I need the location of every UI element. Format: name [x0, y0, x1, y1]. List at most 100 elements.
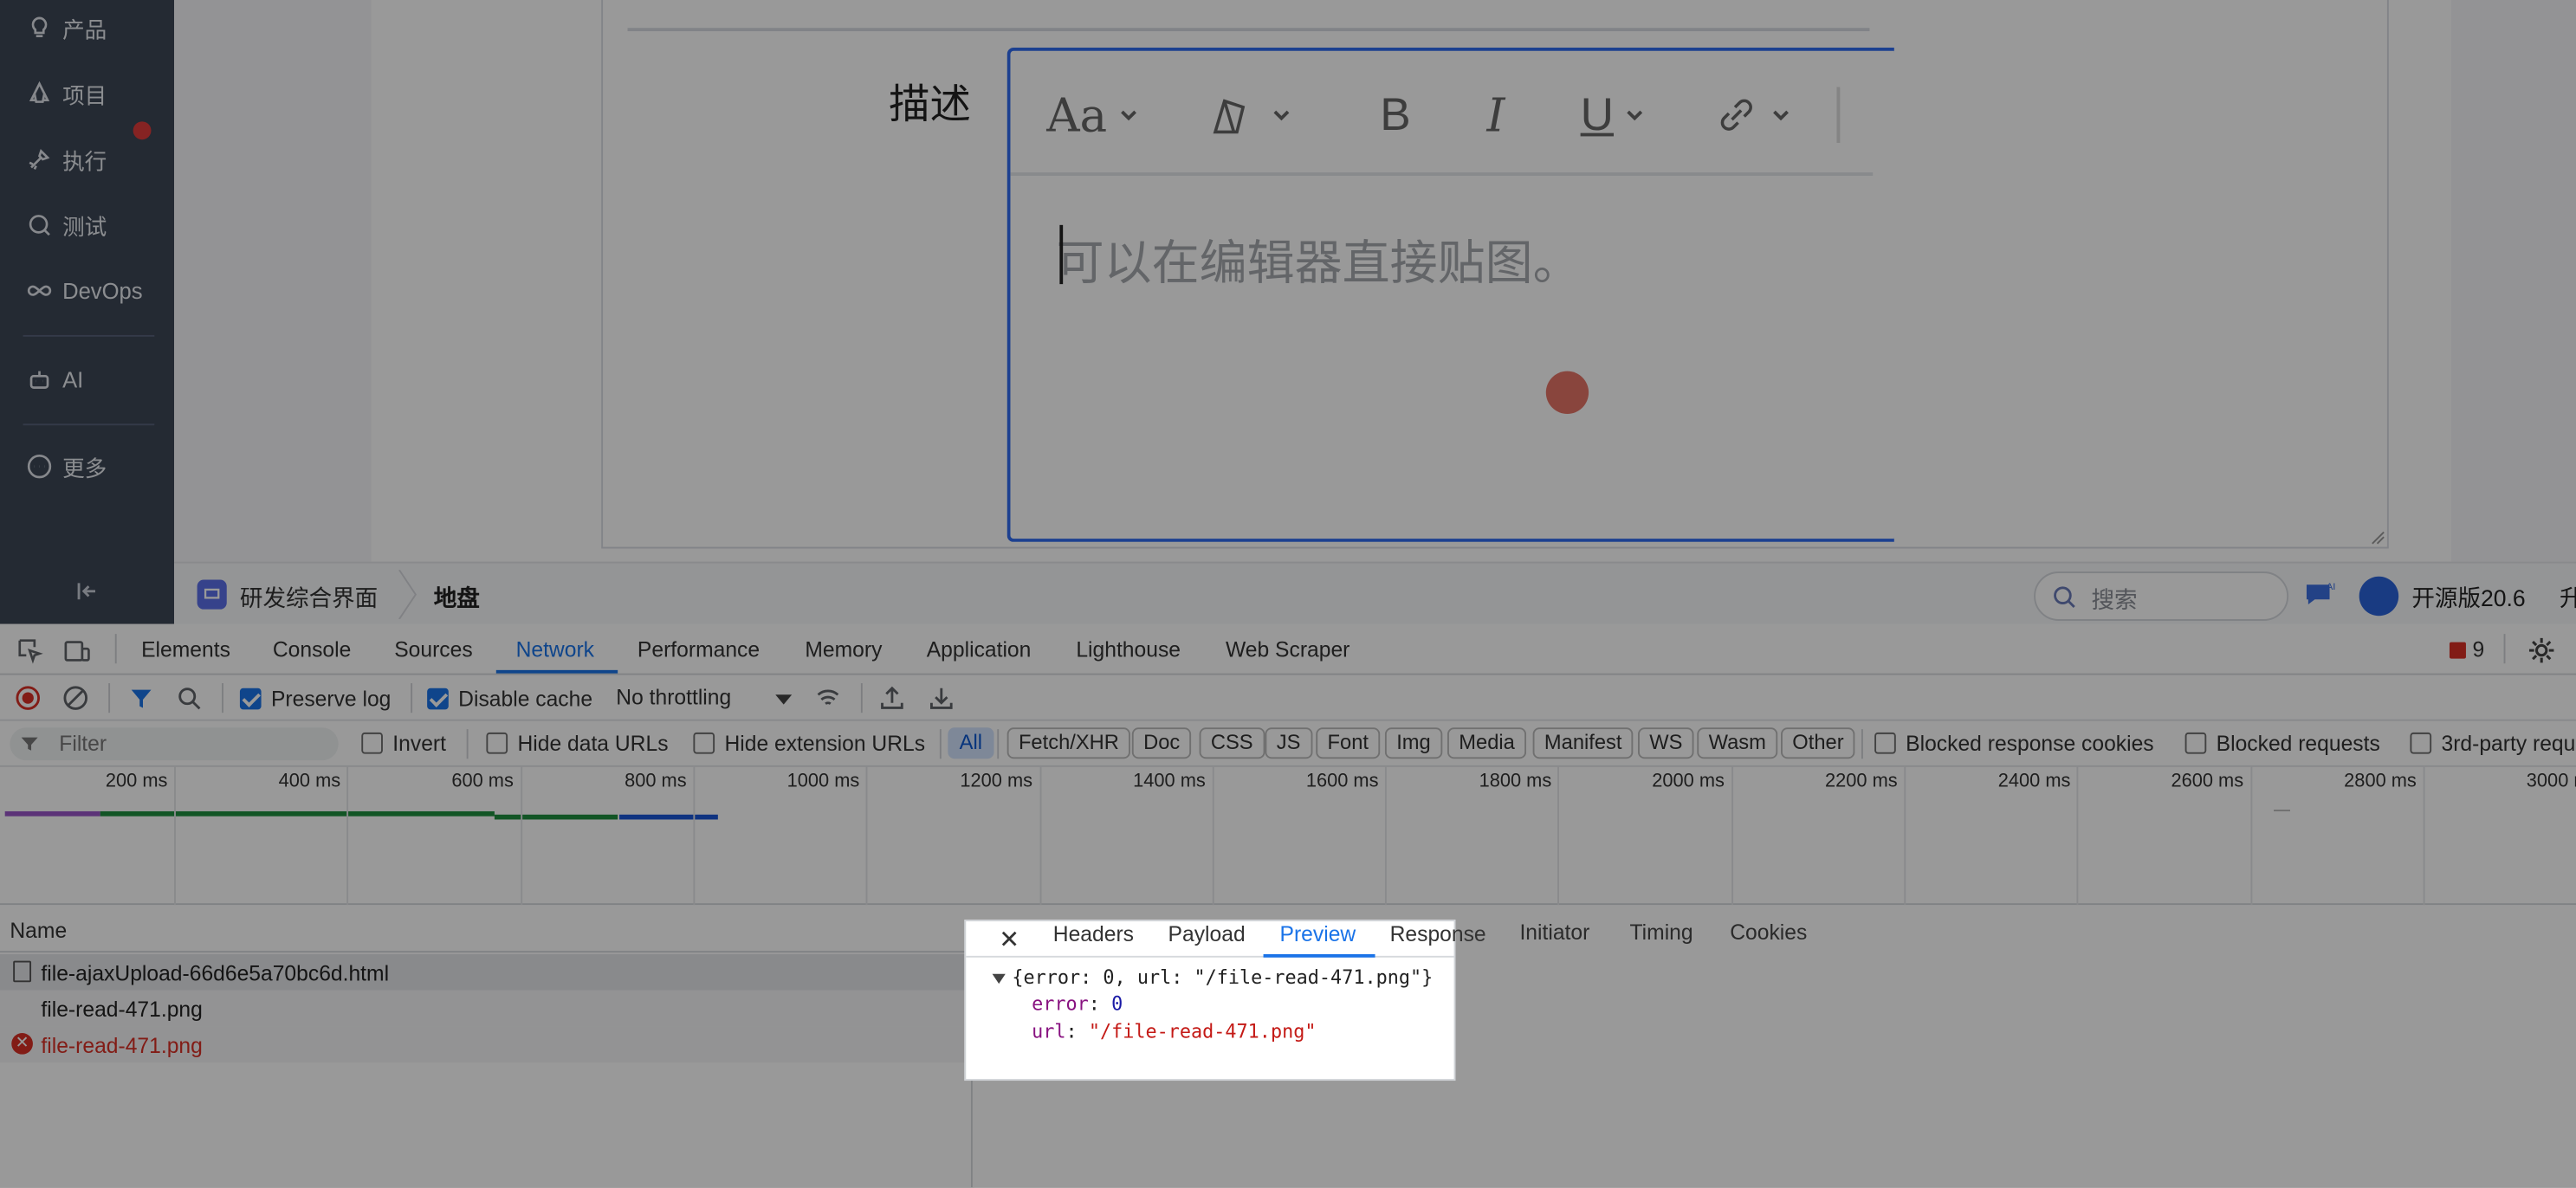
type-filter-manifest[interactable]: Manifest	[1532, 727, 1634, 759]
tab-application[interactable]: Application	[927, 637, 1032, 662]
throttling-select[interactable]: No throttling	[616, 685, 731, 709]
sidebar-item-execution[interactable]: 执行	[26, 141, 107, 178]
gear-icon[interactable]	[2527, 636, 2556, 665]
collapse-sidebar-icon[interactable]	[74, 578, 100, 604]
disable-cache-checkbox[interactable]: Disable cache	[427, 687, 592, 711]
tab-sources[interactable]: Sources	[394, 637, 472, 662]
blocked-response-cookies-checkbox[interactable]: Blocked response cookies	[1874, 731, 2154, 755]
filter-icon	[21, 737, 38, 751]
type-filter-js[interactable]: JS	[1265, 727, 1312, 759]
tab-response[interactable]: Response	[1390, 921, 1486, 946]
type-filter-wasm[interactable]: Wasm	[1697, 727, 1778, 759]
request-row[interactable]: file-read-471.png	[0, 990, 973, 1027]
json-value: 0	[1111, 991, 1123, 1016]
hide-data-urls-checkbox[interactable]: Hide data URLs	[486, 731, 669, 755]
invert-checkbox[interactable]: Invert	[361, 731, 446, 755]
third-party-requests-checkbox[interactable]: 3rd-party requ	[2410, 731, 2575, 755]
tab-memory[interactable]: Memory	[805, 637, 882, 662]
column-name-header[interactable]: Name	[10, 918, 67, 942]
sidebar-item-label: AI	[62, 366, 84, 392]
inspect-element-icon[interactable]	[15, 636, 44, 665]
ai-chat-icon[interactable]: AI	[2303, 580, 2340, 610]
editor-toolbar: Aa B I U	[1010, 51, 1874, 176]
device-toolbar-icon[interactable]	[62, 636, 92, 665]
timeline-tick-label: 2600 ms	[2171, 772, 2244, 792]
description-label: 描述	[889, 81, 971, 128]
checkbox-unchecked	[1874, 732, 1896, 754]
expand-triangle-icon[interactable]	[992, 973, 1006, 985]
tab-web-scraper[interactable]: Web Scraper	[1226, 637, 1349, 662]
type-filter-img[interactable]: Img	[1384, 727, 1443, 759]
italic-icon: I	[1486, 87, 1505, 143]
timeline-gridline	[1731, 766, 1733, 906]
network-timeline-overview[interactable]: 200 ms 400 ms 600 ms 800 ms 1000 ms 1200 ms 14…	[0, 766, 2576, 906]
request-row[interactable]: file-ajaxUpload-66d6e5a70bc6d.html	[0, 953, 973, 991]
preserve-log-checkbox[interactable]: Preserve log	[239, 687, 391, 711]
tab-network[interactable]: Network	[516, 637, 594, 662]
blocked-requests-checkbox[interactable]: Blocked requests	[2184, 731, 2380, 755]
underline-icon: U	[1580, 88, 1615, 140]
json-summary[interactable]: {error: 0, url: "/file-read-471.png"}	[1012, 965, 1433, 989]
tab-cookies[interactable]: Cookies	[1730, 920, 1807, 944]
screen: 产品 项目 执行 测试 DevOps AI 更多 描述 Aa B I U 可以在…	[0, 0, 2576, 1188]
tab-preview[interactable]: Preview	[1280, 921, 1356, 946]
tab-initiator[interactable]: Initiator	[1519, 920, 1589, 944]
close-icon[interactable]: ✕	[999, 925, 1019, 954]
tab-elements[interactable]: Elements	[141, 637, 230, 662]
resize-handle-icon[interactable]	[2369, 529, 2385, 546]
filter-input[interactable]: Filter	[10, 727, 339, 761]
type-filter-fetch-xhr[interactable]: Fetch/XHR	[1006, 727, 1131, 759]
search-input[interactable]: 搜索	[2034, 571, 2289, 621]
underline-button[interactable]: U	[1581, 87, 1647, 143]
timeline-tick-label: 2800 ms	[2344, 772, 2417, 792]
import-har-icon[interactable]	[879, 685, 905, 711]
tab-timing[interactable]: Timing	[1630, 920, 1693, 944]
text-color-button[interactable]	[1207, 87, 1293, 143]
error-count-badge[interactable]: 9	[2449, 637, 2484, 662]
type-filter-ws[interactable]: WS	[1638, 727, 1694, 759]
timeline-tick-label: 1600 ms	[1305, 772, 1379, 792]
upgrade-link[interactable]: 升	[2560, 581, 2576, 614]
tab-headers[interactable]: Headers	[1053, 921, 1134, 946]
type-filter-other[interactable]: Other	[1781, 727, 1855, 759]
tab-lighthouse[interactable]: Lighthouse	[1076, 637, 1181, 662]
tab-performance[interactable]: Performance	[638, 637, 760, 662]
font-size-button[interactable]: Aa	[1046, 87, 1140, 143]
italic-button[interactable]: I	[1487, 87, 1505, 143]
type-filter-font[interactable]: Font	[1316, 727, 1381, 759]
sidebar-item-label: 产品	[62, 17, 107, 43]
network-conditions-icon[interactable]	[815, 685, 841, 711]
sidebar-item-project[interactable]: 项目	[26, 75, 107, 112]
clear-icon[interactable]	[62, 685, 88, 711]
checkbox-label: Disable cache	[458, 686, 593, 712]
robot-icon	[26, 366, 52, 392]
current-page-tab[interactable]: 地盘	[434, 581, 480, 614]
request-row[interactable]: ✕ file-read-471.png	[0, 1026, 973, 1063]
hide-extension-urls-checkbox[interactable]: Hide extension URLs	[693, 731, 925, 755]
bold-button[interactable]: B	[1380, 87, 1410, 143]
divider	[222, 683, 223, 713]
rich-text-editor[interactable]: Aa B I U 可以在编辑器直接贴图。	[1006, 48, 1894, 542]
type-filter-doc[interactable]: Doc	[1131, 727, 1192, 759]
divider	[997, 729, 1000, 759]
paint-icon	[1213, 99, 1246, 134]
sidebar-divider	[23, 423, 155, 426]
sidebar-item-devops[interactable]: DevOps	[26, 273, 143, 309]
export-har-icon[interactable]	[929, 685, 955, 711]
type-filter-all[interactable]: All	[948, 727, 994, 759]
sidebar-item-test[interactable]: 测试	[26, 207, 107, 243]
record-stop-icon[interactable]	[15, 685, 41, 711]
tab-console[interactable]: Console	[273, 637, 351, 662]
type-filter-media[interactable]: Media	[1447, 727, 1527, 759]
search-icon[interactable]	[176, 685, 202, 711]
sidebar-item-product[interactable]: 产品	[26, 10, 107, 46]
workspace-switcher[interactable]: 研发综合界面	[240, 581, 378, 614]
type-filter-css[interactable]: CSS	[1199, 727, 1265, 759]
filter-funnel-icon[interactable]	[128, 685, 154, 711]
sidebar-item-ai[interactable]: AI	[26, 361, 83, 397]
sidebar-item-more[interactable]: 更多	[26, 449, 107, 485]
link-button[interactable]	[1713, 87, 1792, 143]
version-label[interactable]: 开源版20.6	[2411, 581, 2525, 614]
tab-payload[interactable]: Payload	[1168, 921, 1246, 946]
timeline-gridline	[346, 766, 349, 906]
